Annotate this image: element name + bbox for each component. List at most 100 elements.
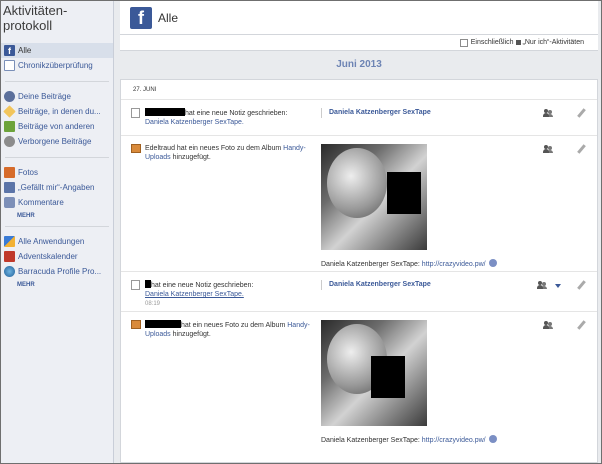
review-icon — [4, 60, 15, 71]
filter-bar: Einschließlich „Nur ich“-Aktivitäten — [120, 35, 598, 51]
divider — [5, 157, 109, 158]
edit-icon[interactable] — [577, 144, 586, 154]
entry-text: hat eine neue Notiz geschrieben: Daniela … — [131, 280, 311, 309]
facebook-icon: f — [4, 45, 15, 56]
photo-icon — [131, 144, 141, 153]
photo-caption: Daniela Katzenberger SexTape: http://cra… — [321, 259, 497, 268]
entry-suffix: hinzugefügt. — [172, 331, 211, 338]
sidebar-item-label: Fotos — [18, 168, 39, 177]
entry-description: hat eine neue Notiz geschrieben: — [185, 110, 288, 117]
sidebar-title: Aktivitäten-protokoll — [3, 3, 68, 33]
caption-link[interactable]: http://crazyvideo.pw/ — [422, 437, 486, 444]
divider — [5, 81, 109, 82]
sidebar-item-label: Barracuda Profile Pro... — [18, 267, 102, 276]
note-link[interactable]: Daniela Katzenberger SexTape. — [145, 291, 244, 298]
redaction-box — [371, 356, 405, 398]
edit-icon[interactable] — [577, 108, 586, 118]
month-heading: Juni 2013 — [336, 59, 382, 70]
globe-icon — [4, 266, 15, 277]
sidebar-item-hidden[interactable]: Verborgene Beiträge — [1, 134, 113, 149]
sidebar-item-label: Beiträge, in denen du... — [18, 107, 101, 116]
note-icon — [131, 280, 140, 290]
photo-icon — [131, 320, 141, 329]
page-title: Alle — [158, 10, 179, 25]
note-icon — [131, 108, 140, 118]
sidebar-item-label: Beiträge von anderen — [18, 122, 95, 131]
sidebar-item-others[interactable]: Beiträge von anderen — [1, 119, 113, 134]
sidebar: Aktivitäten-protokoll f Alle Chronikzübe… — [1, 1, 114, 463]
sidebar-item-chronik[interactable]: Chronikzüberprüfung — [1, 58, 113, 73]
lock-icon — [515, 40, 521, 45]
photo-thumbnail[interactable] — [321, 320, 427, 426]
note-title[interactable]: Daniela Katzenberger SexTape — [321, 108, 431, 118]
sidebar-item-label: Deine Beiträge — [18, 92, 71, 101]
filter-label: Einschließlich „Nur ich“-Aktivitäten — [470, 39, 584, 46]
only-me-checkbox[interactable] — [459, 38, 468, 47]
photo-thumbnail[interactable] — [321, 144, 427, 250]
apps-icon — [4, 236, 15, 247]
calendar-icon — [4, 251, 15, 262]
entry-content: Daniela Katzenberger SexTape: http://cra… — [321, 144, 497, 268]
page-header: f Alle — [120, 1, 598, 35]
sidebar-item-alle[interactable]: f Alle — [1, 43, 113, 58]
sidebar-item-tagged[interactable]: Beiträge, in denen du... — [1, 104, 113, 119]
entry-text: hat eine neue Notiz geschrieben: Daniela … — [131, 108, 311, 127]
audience-icon[interactable] — [543, 321, 553, 329]
timestamp: 08:19 — [145, 301, 161, 307]
activity-feed: 27. JUNI hat eine neue Notiz geschrieben… — [120, 79, 598, 463]
entry-text: hat ein neues Foto zu dem Album Handy-Up… — [131, 320, 311, 339]
redaction-box — [387, 172, 421, 214]
caption-text: Daniela Katzenberger SexTape: — [321, 261, 422, 268]
caption-text: Daniela Katzenberger SexTape: — [321, 437, 422, 444]
more-link[interactable]: MEHR — [1, 279, 113, 291]
facebook-logo-icon: f — [130, 6, 152, 29]
audience-icon[interactable] — [537, 281, 547, 289]
globe-icon — [488, 435, 497, 443]
globe-icon — [488, 259, 497, 267]
list-item: hat eine neue Notiz geschrieben: Daniela … — [121, 272, 597, 312]
sidebar-item-deine-beitraege[interactable]: Deine Beiträge — [1, 89, 113, 104]
photos-icon — [4, 167, 15, 178]
sidebar-item-label: Adventskalender — [18, 252, 78, 261]
sidebar-item-label: Kommentare — [18, 198, 64, 207]
entry-description: hat eine neue Notiz geschrieben: — [151, 282, 254, 289]
entry-suffix: hinzugefügt. — [172, 154, 211, 161]
day-header: 27. JUNI — [121, 80, 597, 100]
redacted-name — [145, 320, 181, 328]
tag-icon — [3, 105, 16, 118]
sidebar-item-label: Alle Anwendungen — [18, 237, 85, 246]
sidebar-item-apps[interactable]: Alle Anwendungen — [1, 234, 113, 249]
sidebar-item-label: „Gefällt mir“-Angaben — [18, 183, 95, 192]
note-link[interactable]: Daniela Katzenberger SexTape. — [145, 119, 244, 126]
sidebar-item-comments[interactable]: Kommentare — [1, 195, 113, 210]
entry-content: Daniela Katzenberger SexTape: http://cra… — [321, 320, 497, 444]
list-item: Edeltraud hat ein neues Foto zu dem Albu… — [121, 136, 597, 272]
sidebar-item-label: Verborgene Beiträge — [18, 137, 92, 146]
photo-caption: Daniela Katzenberger SexTape: http://cra… — [321, 435, 497, 444]
like-icon — [4, 182, 15, 193]
sidebar-item-label: Chronikzüberprüfung — [18, 61, 93, 70]
sidebar-item-fotos[interactable]: Fotos — [1, 165, 113, 180]
divider — [5, 226, 109, 227]
chevron-down-icon[interactable] — [555, 284, 561, 288]
entry-content: Daniela Katzenberger SexTape — [321, 280, 431, 290]
caption-link[interactable]: http://crazyvideo.pw/ — [422, 261, 486, 268]
sidebar-item-barracuda[interactable]: Barracuda Profile Pro... — [1, 264, 113, 279]
entry-description: hat ein neues Foto zu dem Album — [181, 322, 286, 329]
more-link[interactable]: MEHR — [1, 210, 113, 222]
sidebar-item-advent[interactable]: Adventskalender — [1, 249, 113, 264]
audience-icon[interactable] — [543, 145, 553, 153]
person-icon — [4, 91, 15, 102]
audience-icon[interactable] — [543, 109, 553, 117]
note-title[interactable]: Daniela Katzenberger SexTape — [321, 280, 431, 290]
edit-icon[interactable] — [577, 320, 586, 330]
entry-text: Edeltraud hat ein neues Foto zu dem Albu… — [131, 144, 311, 162]
hidden-icon — [4, 136, 15, 147]
sidebar-item-label: Alle — [18, 46, 32, 55]
comment-icon — [4, 197, 15, 208]
edit-icon[interactable] — [577, 280, 586, 290]
sidebar-item-likes[interactable]: „Gefällt mir“-Angaben — [1, 180, 113, 195]
post-icon — [4, 121, 15, 132]
entry-description: Edeltraud hat ein neues Foto zu dem Albu… — [145, 145, 282, 152]
list-item: hat ein neues Foto zu dem Album Handy-Up… — [121, 312, 597, 448]
